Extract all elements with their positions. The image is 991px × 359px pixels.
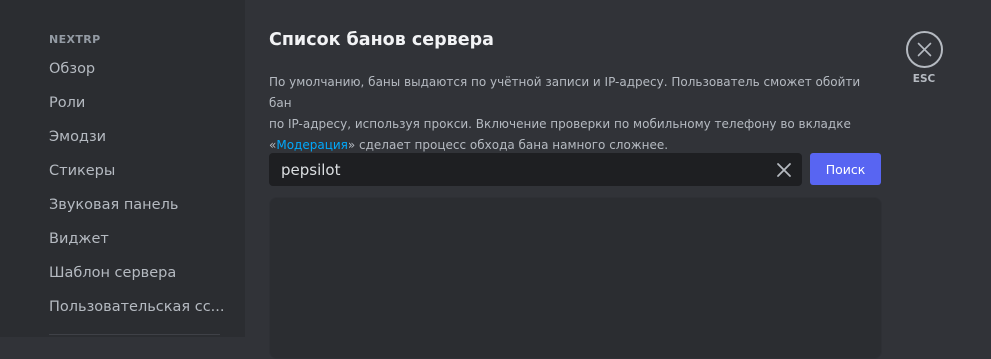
sidebar-item-overview[interactable]: Обзор — [49, 61, 95, 77]
sidebar-item-stickers[interactable]: Стикеры — [49, 163, 115, 179]
description-line-2: по IP-адресу, используя прокси. Включени… — [269, 117, 851, 131]
ban-results-panel — [269, 197, 882, 359]
ban-search-input[interactable] — [269, 153, 771, 186]
close-icon[interactable] — [774, 160, 794, 180]
sidebar-item-roles[interactable]: Роли — [49, 95, 85, 111]
close-circle-icon[interactable] — [905, 31, 943, 68]
sidebar-divider — [49, 334, 220, 335]
esc-label: ESC — [912, 73, 936, 85]
sidebar-item-emoji[interactable]: Эмодзи — [49, 129, 106, 145]
search-button[interactable]: Поиск — [810, 153, 881, 185]
sidebar-item-widget[interactable]: Виджет — [49, 231, 109, 247]
ban-list-description: По умолчанию, баны выдаются по учётной з… — [269, 72, 869, 156]
page-title: Список банов сервера — [269, 30, 494, 50]
ban-search-box — [269, 153, 802, 186]
sidebar-item-server-template[interactable]: Шаблон сервера — [49, 265, 176, 281]
sidebar-item-vanity-url[interactable]: Пользовательская сс... — [49, 299, 225, 315]
close-settings: ESC — [904, 31, 944, 85]
main-content: Список банов сервера По умолчанию, баны … — [245, 0, 991, 359]
description-line-1: По умолчанию, баны выдаются по учётной з… — [269, 75, 861, 110]
sidebar-item-soundboard[interactable]: Звуковая панель — [49, 197, 178, 213]
sidebar-server-name: NEXTRP — [49, 33, 101, 46]
moderation-link[interactable]: Модерация — [276, 138, 348, 152]
description-line-3-suffix: » сделает процесс обхода бана намного сл… — [347, 138, 669, 152]
settings-sidebar: NEXTRP Обзор Роли Эмодзи Стикеры Звукова… — [0, 0, 245, 337]
